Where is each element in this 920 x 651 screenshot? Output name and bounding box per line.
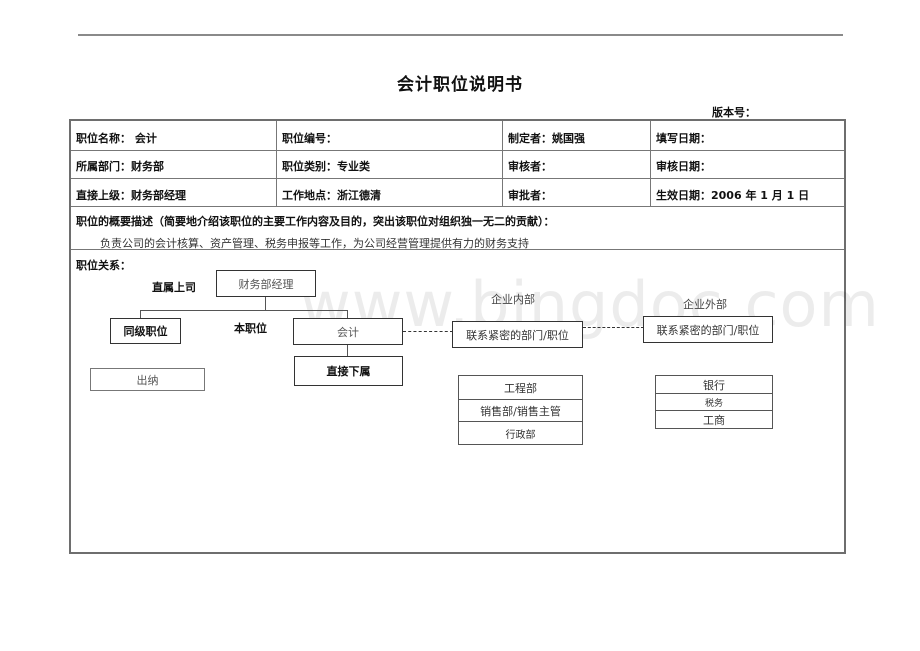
review-date: 审核日期：: [656, 160, 711, 173]
superior-label: 直属上司: [152, 281, 196, 294]
connector-line: [140, 310, 348, 311]
external-contacts-list: 银行 税务 工商: [655, 375, 773, 429]
col-divider: [276, 121, 277, 207]
header-rule: [78, 34, 843, 36]
external-contact-item: 银行: [703, 378, 725, 392]
internal-label: 企业内部: [491, 293, 535, 306]
summary-text: 负责公司的会计核算、资产管理、税务申报等工作，为公司经营管理提供有力的财务支持: [100, 237, 529, 250]
page-title: 会计职位说明书: [397, 75, 523, 95]
department: 所属部门：财务部: [76, 160, 164, 173]
external-contact-item: 工商: [656, 410, 772, 428]
self-position-box: 会计: [293, 318, 403, 345]
self-position-label: 本职位: [234, 322, 267, 335]
dashed-connector: [583, 327, 644, 328]
position-category: 职位类别：专业类: [282, 160, 370, 173]
author: 制定者：姚国强: [508, 132, 585, 145]
internal-contact-item: 工程部: [504, 381, 537, 395]
external-contact-item: 税务: [656, 393, 772, 410]
external-label: 企业外部: [683, 298, 727, 311]
row-divider: [71, 150, 844, 151]
connector-line: [265, 297, 266, 310]
row-divider: [71, 206, 844, 207]
position-number: 职位编号：: [282, 132, 337, 145]
relations-label: 职位关系：: [76, 259, 131, 272]
peer-position-box: 同级职位: [110, 318, 181, 344]
dashed-connector: [403, 331, 453, 332]
position-name: 职位名称： 会计: [76, 132, 157, 145]
peer-item-box: 出纳: [90, 368, 205, 391]
col-divider: [650, 121, 651, 207]
internal-contact-item: 销售部/销售主管: [459, 399, 582, 421]
subordinate-box: 直接下属: [294, 356, 403, 386]
fill-date: 填写日期：: [656, 132, 711, 145]
row-divider: [71, 178, 844, 179]
superior-box: 财务部经理: [216, 270, 316, 297]
version-label: 版本号：: [712, 106, 756, 119]
reviewer: 审核者：: [508, 160, 552, 173]
direct-superior: 直接上级：财务部经理: [76, 189, 186, 202]
effective-date: 生效日期：2006 年 1 月 1 日: [656, 189, 810, 202]
col-divider: [502, 121, 503, 207]
summary-label: 职位的概要描述（简要地介绍该职位的主要工作内容及目的，突出该职位对组织独一无二的…: [76, 215, 555, 228]
approver: 审批者：: [508, 189, 552, 202]
internal-contact-item: 行政部: [459, 421, 582, 444]
internal-contact-box: 联系紧密的部门/职位: [452, 321, 583, 348]
internal-contacts-list: 工程部 销售部/销售主管 行政部: [458, 375, 583, 445]
work-location: 工作地点：浙江德清: [282, 189, 381, 202]
connector-line: [347, 345, 348, 356]
external-contact-box: 联系紧密的部门/职位: [643, 316, 773, 343]
